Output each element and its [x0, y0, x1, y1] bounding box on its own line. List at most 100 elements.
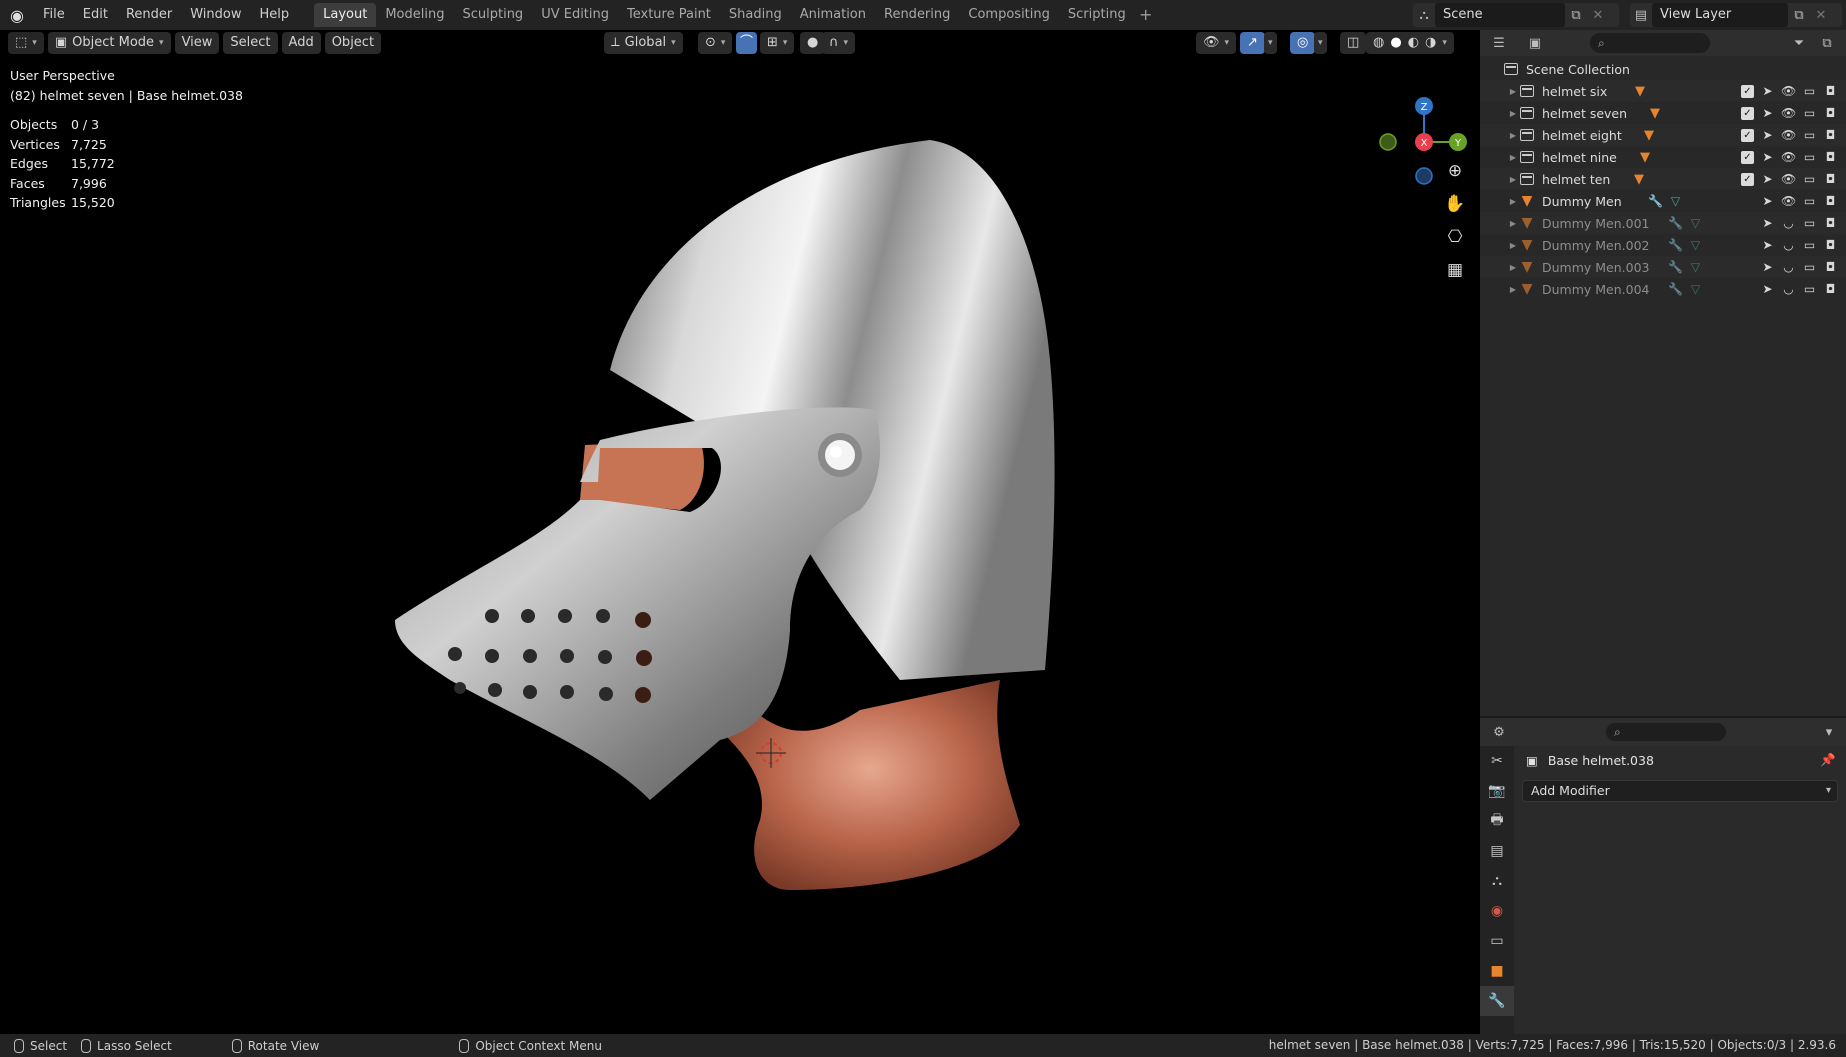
- tool-tab-icon[interactable]: ✂: [1480, 746, 1514, 776]
- render-camera-icon[interactable]: ◘: [1823, 84, 1838, 98]
- outliner-search-input[interactable]: ⌕: [1590, 33, 1710, 53]
- render-camera-icon[interactable]: ◘: [1823, 238, 1838, 252]
- snap-toggle[interactable]: ⌒: [736, 32, 758, 54]
- pan-hand-icon[interactable]: ✋: [1440, 189, 1470, 219]
- expand-arrow-icon[interactable]: ▶: [1506, 131, 1520, 140]
- tab-modeling[interactable]: Modeling: [376, 3, 453, 27]
- select-arrow-icon[interactable]: ➤: [1760, 150, 1775, 164]
- tab-shading[interactable]: Shading: [720, 3, 791, 27]
- delete-view-layer-icon[interactable]: ✕: [1810, 4, 1832, 26]
- solid-shading-icon[interactable]: ●: [1390, 32, 1401, 54]
- output-tab-icon[interactable]: 🖶: [1480, 806, 1514, 836]
- visibility-eye-icon[interactable]: 👁: [1781, 84, 1796, 98]
- outliner-row-dummy-men[interactable]: ▶ ▼ Dummy Men 🔧 ▽ ➤ 👁 ▭ ◘: [1480, 190, 1846, 212]
- exclude-checkbox[interactable]: ✓: [1741, 84, 1754, 98]
- outliner-row-helmet-nine[interactable]: ▶ helmet nine ▼ ✓ ➤ 👁 ▭ ◘: [1480, 146, 1846, 168]
- viewport-monitor-icon[interactable]: ▭: [1802, 106, 1817, 120]
- viewport-monitor-icon[interactable]: ▭: [1802, 260, 1817, 274]
- properties-search-input[interactable]: ⌕: [1606, 723, 1726, 741]
- tab-sculpting[interactable]: Sculpting: [453, 3, 532, 27]
- hidden-eye-icon[interactable]: ◡: [1781, 238, 1796, 252]
- expand-arrow-icon[interactable]: ▶: [1506, 263, 1520, 272]
- filter-icon[interactable]: ⏷: [1788, 32, 1810, 54]
- neg-y-axis-handle[interactable]: [1379, 133, 1397, 151]
- view-layer-selector[interactable]: ▤ View Layer ⧉ ✕: [1630, 3, 1842, 27]
- properties-editor-type-icon[interactable]: ⚙: [1488, 721, 1510, 743]
- render-camera-icon[interactable]: ◘: [1823, 282, 1838, 296]
- viewport-monitor-icon[interactable]: ▭: [1802, 216, 1817, 230]
- tab-uv-editing[interactable]: UV Editing: [532, 3, 618, 27]
- visibility-eye-icon[interactable]: 👁: [1781, 194, 1796, 208]
- mesh-data-icon[interactable]: ▽: [1688, 282, 1703, 296]
- viewport-monitor-icon[interactable]: ▭: [1802, 238, 1817, 252]
- expand-arrow-icon[interactable]: ▶: [1506, 87, 1520, 96]
- exclude-checkbox[interactable]: ✓: [1741, 128, 1754, 142]
- menu-select[interactable]: Select: [223, 32, 278, 54]
- rendered-shading-icon[interactable]: ◑: [1425, 32, 1436, 54]
- hidden-eye-icon[interactable]: ◡: [1781, 216, 1796, 230]
- overlay-toggle[interactable]: ◎: [1290, 32, 1316, 54]
- viewport-monitor-icon[interactable]: ▭: [1802, 150, 1817, 164]
- exclude-checkbox[interactable]: ✓: [1741, 172, 1754, 186]
- modifier-wrench-icon[interactable]: 🔧: [1668, 238, 1683, 252]
- render-camera-icon[interactable]: ◘: [1823, 128, 1838, 142]
- select-arrow-icon[interactable]: ➤: [1760, 238, 1775, 252]
- transform-orientation-selector[interactable]: ⟂ Global ▾: [604, 32, 683, 54]
- outliner-row-helmet-eight[interactable]: ▶ helmet eight ▼ ✓ ➤ 👁 ▭ ◘: [1480, 124, 1846, 146]
- render-tab-icon[interactable]: 📷: [1480, 776, 1514, 806]
- outliner-row-dummy-men-004[interactable]: ▶ ▼ Dummy Men.004 🔧 ▽ ➤ ◡ ▭ ◘: [1480, 278, 1846, 300]
- gizmo-menu[interactable]: ▾: [1264, 32, 1277, 54]
- render-camera-icon[interactable]: ◘: [1823, 150, 1838, 164]
- scene-collection-row[interactable]: Scene Collection: [1480, 58, 1846, 80]
- mesh-data-icon[interactable]: ▽: [1688, 216, 1703, 230]
- new-collection-icon[interactable]: ⧉: [1816, 32, 1838, 54]
- collection-tab-icon[interactable]: ▭: [1480, 926, 1514, 956]
- material-shading-icon[interactable]: ◐: [1408, 32, 1419, 54]
- editor-type-button[interactable]: ⬚ ▾: [8, 32, 44, 54]
- pivot-point-selector[interactable]: ⊙ ▾: [698, 32, 733, 54]
- hidden-eye-icon[interactable]: ◡: [1781, 260, 1796, 274]
- tab-rendering[interactable]: Rendering: [875, 3, 959, 27]
- viewport-monitor-icon[interactable]: ▭: [1802, 194, 1817, 208]
- delete-scene-icon[interactable]: ✕: [1587, 4, 1609, 26]
- tab-layout[interactable]: Layout: [314, 3, 377, 27]
- gizmo-toggle[interactable]: ↗: [1240, 32, 1265, 54]
- mesh-data-icon[interactable]: ▽: [1688, 260, 1703, 274]
- blender-logo-icon[interactable]: ◉: [0, 0, 34, 30]
- render-camera-icon[interactable]: ◘: [1823, 172, 1838, 186]
- tab-animation[interactable]: Animation: [791, 3, 875, 27]
- selectability-button[interactable]: 👁 ▾: [1196, 32, 1237, 54]
- select-arrow-icon[interactable]: ➤: [1760, 282, 1775, 296]
- viewport-monitor-icon[interactable]: ▭: [1802, 172, 1817, 186]
- outliner-editor-type-icon[interactable]: ☰: [1488, 32, 1510, 54]
- viewport-monitor-icon[interactable]: ▭: [1802, 128, 1817, 142]
- expand-arrow-icon[interactable]: ▶: [1506, 153, 1520, 162]
- tab-texture-paint[interactable]: Texture Paint: [618, 3, 720, 27]
- menu-render[interactable]: Render: [117, 4, 181, 26]
- select-arrow-icon[interactable]: ➤: [1760, 216, 1775, 230]
- select-arrow-icon[interactable]: ➤: [1760, 106, 1775, 120]
- outliner-row-dummy-men-002[interactable]: ▶ ▼ Dummy Men.002 🔧 ▽ ➤ ◡ ▭ ◘: [1480, 234, 1846, 256]
- modifier-wrench-icon[interactable]: 🔧: [1648, 194, 1663, 208]
- render-camera-icon[interactable]: ◘: [1823, 194, 1838, 208]
- modifier-tab-icon[interactable]: 🔧: [1480, 986, 1514, 1016]
- chevron-down-icon[interactable]: ▾: [1818, 721, 1840, 743]
- add-modifier-button[interactable]: Add Modifier ▾: [1522, 780, 1838, 802]
- mesh-data-icon[interactable]: ▽: [1668, 194, 1683, 208]
- menu-edit[interactable]: Edit: [74, 4, 117, 26]
- new-view-layer-icon[interactable]: ⧉: [1788, 4, 1810, 26]
- modifier-wrench-icon[interactable]: 🔧: [1668, 282, 1683, 296]
- visibility-eye-icon[interactable]: 👁: [1781, 106, 1796, 120]
- menu-view[interactable]: View: [174, 32, 220, 54]
- menu-window[interactable]: Window: [181, 4, 250, 26]
- tab-scripting[interactable]: Scripting: [1059, 3, 1135, 27]
- display-mode-icon[interactable]: ▣: [1524, 32, 1546, 54]
- visibility-eye-icon[interactable]: 👁: [1781, 128, 1796, 142]
- expand-arrow-icon[interactable]: ▶: [1506, 175, 1520, 184]
- pin-icon[interactable]: 📌: [1820, 752, 1836, 768]
- select-arrow-icon[interactable]: ➤: [1760, 84, 1775, 98]
- mode-selector[interactable]: ▣ Object Mode ▾: [47, 32, 171, 54]
- expand-arrow-icon[interactable]: ▶: [1506, 109, 1520, 118]
- menu-help[interactable]: Help: [251, 4, 299, 26]
- scene-selector[interactable]: ⛬ Scene ⧉ ✕: [1413, 3, 1619, 27]
